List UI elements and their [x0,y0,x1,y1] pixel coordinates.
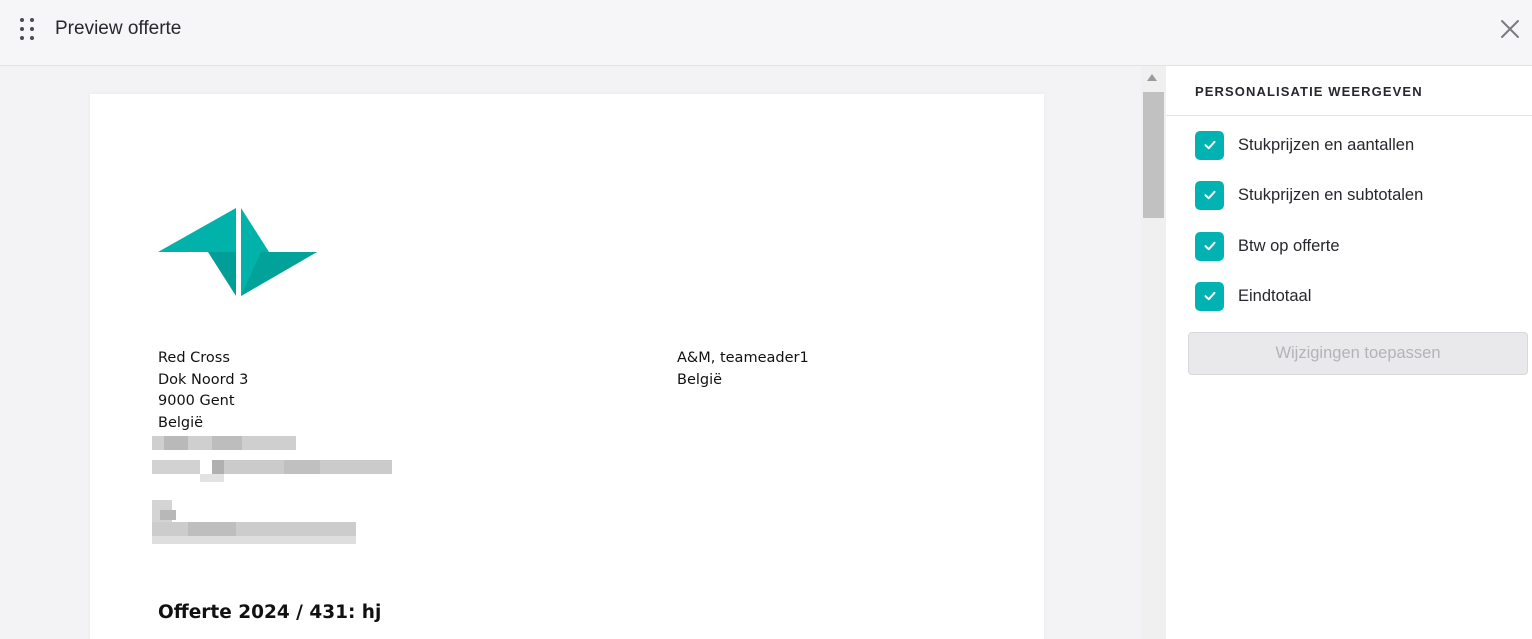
checkbox-checked[interactable] [1195,231,1224,261]
check-icon [1204,241,1215,251]
sender-line: België [158,414,204,431]
option-label: Eindtotaal [1238,286,1312,305]
check-icon [1204,140,1215,150]
company-logo [158,208,317,296]
recipient-line: A&M, teameader1 [677,350,809,366]
modal-header: Preview offerte [0,0,1532,66]
checkbox-checked[interactable] [1195,281,1224,311]
document-page: Red Cross Dok Noord 3 9000 Gent België A… [90,94,1044,639]
scroll-up-arrow-icon[interactable] [1147,74,1157,81]
option-label: Btw op offerte [1238,236,1340,255]
drag-handle-icon[interactable] [18,18,36,40]
panel-heading: PERSONALISATIE WEERGEVEN [1195,84,1423,99]
scrollbar-thumb[interactable] [1143,92,1164,218]
option-label: Stukprijzen en aantallen [1238,135,1415,154]
check-icon [1204,291,1215,301]
close-button[interactable] [1498,17,1522,41]
option-unit-prices-quantities[interactable]: Stukprijzen en aantallen [1195,130,1415,160]
checkbox-checked[interactable] [1195,180,1224,210]
panel-divider [1166,115,1532,116]
recipient-line: België [677,371,723,388]
modal-title: Preview offerte [55,18,182,39]
option-label: Stukprijzen en subtotalen [1238,185,1424,204]
recipient-address: A&M, teameader1 België [677,348,809,391]
close-icon [1501,20,1519,38]
sender-line: Dok Noord 3 [158,371,249,388]
checkbox-checked[interactable] [1195,130,1224,160]
sender-line: 9000 Gent [158,393,235,409]
option-vat-on-offer[interactable]: Btw op offerte [1195,231,1340,261]
sender-line: Red Cross [158,350,230,366]
offer-title: Offerte 2024 / 431: hj [158,602,382,623]
option-grand-total[interactable]: Eindtotaal [1195,281,1312,311]
redacted-contact-block [152,436,392,544]
apply-changes-button[interactable]: Wijzigingen toepassen [1188,332,1528,375]
document-preview-area[interactable]: Red Cross Dok Noord 3 9000 Gent België A… [0,66,1141,639]
sender-address: Red Cross Dok Noord 3 9000 Gent België [158,348,248,434]
preview-scrollbar[interactable] [1141,66,1166,639]
check-icon [1204,190,1215,200]
personalisation-panel: PERSONALISATIE WEERGEVEN Stukprijzen en … [1166,66,1532,639]
option-unit-prices-subtotals[interactable]: Stukprijzen en subtotalen [1195,180,1424,210]
